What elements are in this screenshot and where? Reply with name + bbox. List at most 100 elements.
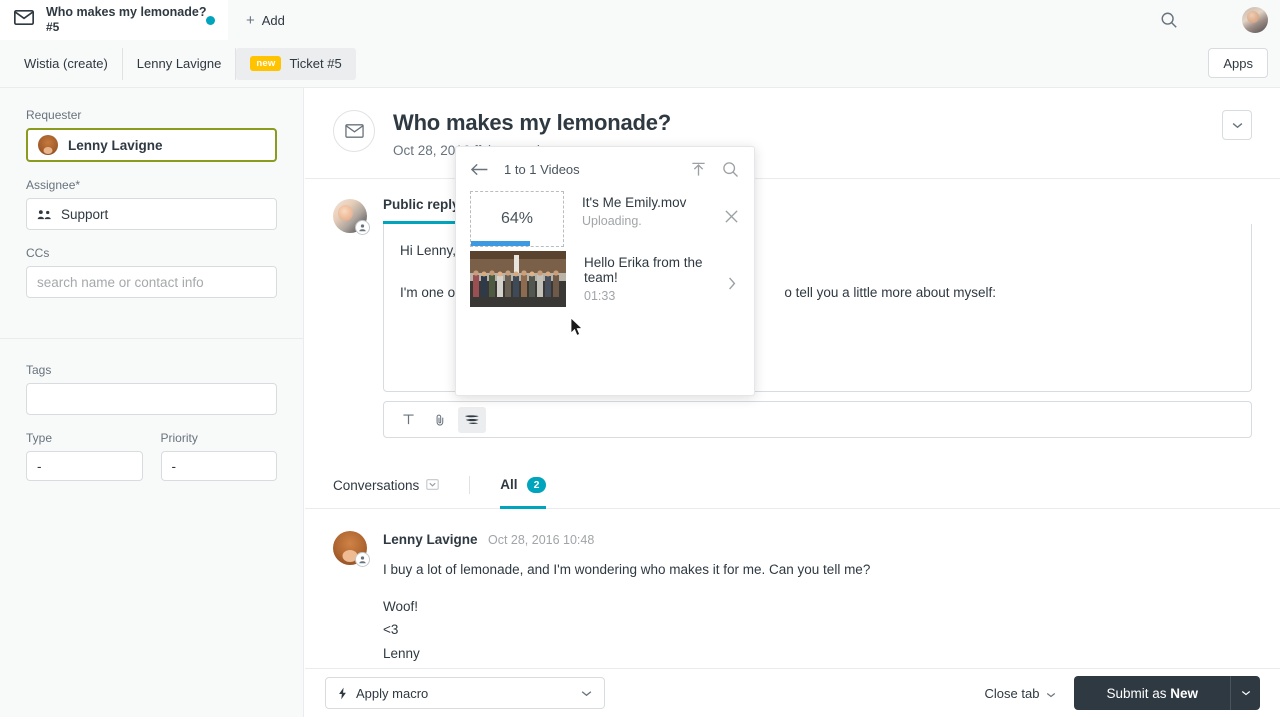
submit-group: Submit as New: [1074, 676, 1260, 710]
crumb-label: Ticket #5: [289, 56, 342, 71]
breadcrumb: Wistia (create) Lenny Lavigne new Ticket…: [10, 47, 356, 80]
upload-progress-bar: [471, 241, 530, 246]
active-ticket-tab[interactable]: Who makes my lemonade? #5: [0, 0, 228, 40]
message-signoff-1: Woof!: [383, 599, 419, 615]
ticket-main-pane: Who makes my lemonade? Oct 28, 2016 ffsl…: [305, 88, 1280, 717]
tags-field[interactable]: [26, 383, 277, 415]
requester-label: Requester: [26, 108, 82, 122]
reply-composer: Public reply Hi Lenny, I'm one of o tell…: [305, 179, 1280, 438]
top-bar: Who makes my lemonade? #5 + Add: [0, 0, 1280, 40]
apps-button[interactable]: Apps: [1208, 48, 1268, 78]
ticket-channel-icon: [333, 110, 375, 152]
popup-title: 1 to 1 Videos: [504, 161, 580, 177]
video-title: Hello Erika from the team!: [584, 255, 703, 285]
chevron-right-icon[interactable]: [728, 277, 740, 290]
arrow-left-icon[interactable]: [470, 163, 492, 176]
crumb-ticket[interactable]: new Ticket #5: [236, 47, 356, 80]
message-avatar: [333, 531, 370, 567]
tab-public-reply[interactable]: Public reply: [383, 197, 460, 224]
submit-state: New: [1170, 685, 1198, 701]
assignee-label: Assignee*: [26, 178, 81, 192]
mouse-cursor: [570, 317, 584, 342]
chevron-down-icon: [581, 690, 592, 697]
close-tab-button[interactable]: Close tab: [985, 686, 1057, 701]
requester-field[interactable]: Lenny Lavigne: [26, 128, 277, 162]
search-icon[interactable]: [1158, 9, 1180, 31]
message-author: Lenny Lavigne: [383, 532, 478, 547]
upload-file-name: It's Me Emily.mov: [582, 195, 687, 210]
conversation-item: Lenny Lavigne Oct 28, 2016 10:48 I buy a…: [305, 509, 1280, 665]
breadcrumb-bar: Wistia (create) Lenny Lavigne new Ticket…: [0, 40, 1280, 88]
ticket-properties-sidebar: Requester Lenny Lavigne Assignee* Suppor…: [0, 88, 304, 717]
close-tab-label: Close tab: [984, 685, 1040, 701]
mail-icon: [13, 10, 34, 30]
priority-value: -: [171, 458, 177, 474]
message-timestamp: Oct 28, 2016 10:48: [487, 533, 595, 547]
group-icon: [37, 209, 53, 220]
conversations-label: Conversations: [333, 477, 420, 493]
wistia-icon[interactable]: [458, 406, 486, 433]
upload-status: Uploading.: [582, 214, 642, 228]
ticket-footer: Apply macro Close tab Submit as New: [305, 668, 1280, 717]
tab-all-label: All: [500, 477, 518, 492]
submit-button[interactable]: Submit as New: [1074, 676, 1230, 710]
apps-grid-icon[interactable]: [1200, 9, 1222, 31]
upload-icon[interactable]: [690, 161, 708, 178]
type-label: Type: [26, 431, 53, 445]
filter-collapse-icon: [426, 478, 440, 493]
chevron-down-icon: [1046, 686, 1056, 701]
crumb-label: Lenny Lavigne: [136, 56, 222, 71]
wistia-video-popup: 1 to 1 Videos 64% It's Me Emily.mov Uplo…: [455, 146, 755, 396]
plus-icon: +: [246, 11, 255, 29]
tab-all-count: 2: [526, 476, 547, 493]
submit-options-button[interactable]: [1230, 676, 1260, 710]
ticket-options-button[interactable]: [1222, 110, 1252, 140]
popup-header: 1 to 1 Videos: [456, 147, 754, 191]
unread-dot: [206, 15, 216, 25]
status-badge: new: [250, 56, 282, 71]
add-tab-button[interactable]: + Add: [246, 13, 285, 28]
type-field[interactable]: -: [26, 451, 143, 481]
upload-item-info: It's Me Emily.mov Uploading.: [582, 191, 740, 228]
upload-progress-label: 64%: [500, 210, 534, 227]
sidebar-section-people: Requester Lenny Lavigne Assignee* Suppor…: [0, 88, 303, 322]
video-duration: 01:33: [584, 289, 616, 303]
sidebar-section-meta: Tags Type - Priority -: [0, 338, 303, 489]
priority-label: Priority: [160, 431, 198, 445]
message-paragraph: I buy a lot of lemonade, and I'm wonderi…: [383, 562, 871, 577]
apply-macro-label: Apply macro: [356, 685, 429, 701]
crumb-requester[interactable]: Lenny Lavigne: [123, 47, 237, 80]
close-icon[interactable]: [724, 209, 740, 224]
text-format-icon[interactable]: [394, 407, 422, 433]
apply-macro-select[interactable]: Apply macro: [325, 677, 605, 709]
priority-field[interactable]: -: [160, 451, 277, 481]
user-avatar[interactable]: [1242, 7, 1268, 33]
agent-avatar: [333, 199, 370, 235]
popup-actions: [690, 161, 740, 178]
search-icon[interactable]: [722, 161, 740, 178]
crumb-wistia[interactable]: Wistia (create): [10, 47, 123, 80]
reply-line-2-right: o tell you a little more about myself:: [784, 284, 996, 300]
assignee-field[interactable]: Support: [26, 198, 277, 230]
message-header: Lenny Lavigne Oct 28, 2016 10:48: [383, 531, 1252, 549]
ccs-field[interactable]: search name or contact info: [26, 266, 277, 298]
composer-toolbar: [383, 401, 1252, 438]
agent-role-badge-icon: [355, 220, 370, 235]
attachment-icon[interactable]: [426, 407, 454, 433]
footer-actions: Close tab Submit as New: [985, 676, 1260, 710]
popup-upload-item[interactable]: 64% It's Me Emily.mov Uploading.: [456, 191, 754, 247]
tabs-divider: [469, 476, 471, 494]
requester-value: Lenny Lavigne: [68, 137, 163, 153]
message-role-badge-icon: [355, 552, 370, 567]
ccs-label: CCs: [26, 246, 50, 260]
tab-all[interactable]: All 2: [500, 476, 547, 509]
reply-line-2-left: I'm one of: [400, 284, 459, 300]
video-thumbnail: [470, 251, 566, 307]
add-label: Add: [261, 12, 285, 28]
app-root: Who makes my lemonade? #5 + Add Wistia (…: [0, 0, 1280, 717]
popup-video-item[interactable]: Hello Erika from the team! 01:33: [456, 251, 754, 307]
conversations-filter[interactable]: Conversations: [333, 477, 440, 507]
conversation-tabs: Conversations All 2: [305, 452, 1280, 509]
top-bar-rest: + Add: [228, 0, 1280, 40]
video-item-info: Hello Erika from the team! 01:33: [584, 251, 740, 303]
